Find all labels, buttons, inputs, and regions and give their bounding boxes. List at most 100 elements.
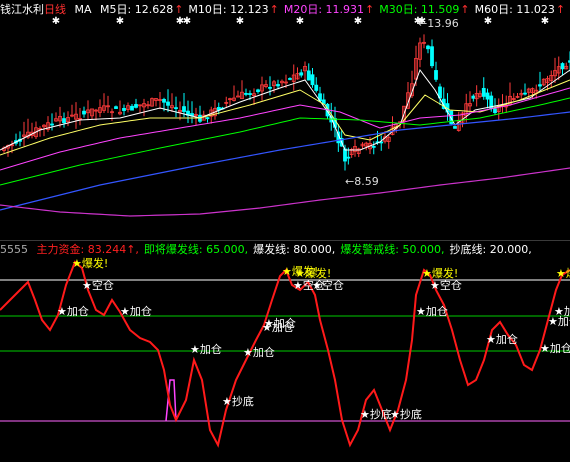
signal-label: ★爆发!	[72, 258, 108, 270]
signal-label: ★抄底	[222, 396, 254, 408]
signal-text: 加仓	[549, 342, 570, 355]
star-icon: ★	[57, 305, 67, 318]
high-arrow: ←	[418, 17, 428, 30]
candle-body	[426, 45, 430, 50]
signal-label: ★加仓	[540, 343, 570, 355]
signal-label: ★加仓	[57, 306, 89, 318]
signal-text: 爆发!	[81, 257, 109, 270]
candle-body	[560, 63, 565, 70]
signal-marker-icon: ✱	[52, 16, 60, 27]
signal-label: ★空仓	[312, 280, 344, 292]
signal-text: 抄底	[369, 408, 392, 421]
signal-text: 加仓	[199, 343, 222, 356]
candle-body	[343, 148, 347, 162]
signal-text: 加仓	[252, 346, 275, 359]
candle-body	[182, 106, 186, 112]
candle-body	[244, 93, 248, 95]
signal-label: ★加仓	[486, 334, 518, 346]
high-price-label: ←13.96	[418, 18, 459, 30]
candle-body	[166, 101, 170, 106]
candle-body	[82, 110, 86, 115]
star-icon: ★	[282, 265, 292, 278]
candle-body	[299, 72, 304, 76]
signal-marker-icon: ✱	[236, 16, 244, 27]
candle-body	[310, 74, 315, 86]
candle-body	[288, 78, 292, 80]
star-icon: ★	[72, 257, 82, 270]
signal-label: ★空仓	[430, 280, 462, 292]
candle-body	[205, 117, 210, 120]
star-icon: ★	[360, 408, 370, 421]
signal-text: 空仓	[91, 279, 114, 292]
candle-body	[434, 70, 438, 80]
signal-text: 加仓	[66, 305, 89, 318]
ma60-line	[0, 111, 570, 211]
candle-body	[162, 98, 166, 103]
signal-text: 加仓	[425, 305, 448, 318]
low-arrow: ←	[345, 175, 355, 188]
signal-text: 空仓	[321, 279, 344, 292]
star-icon: ★	[554, 305, 564, 318]
star-icon: ★	[486, 333, 496, 346]
signal-marker-icon: ✱	[296, 16, 304, 27]
signal-text: 爆发!	[566, 267, 570, 280]
candle-body	[485, 92, 490, 100]
star-icon: ★	[416, 305, 426, 318]
candle-body	[236, 95, 240, 98]
candle-body	[481, 87, 486, 97]
signal-text: 抄底	[231, 395, 254, 408]
signal-text: 加仓	[495, 333, 518, 346]
signal-marker-icon: ✱	[354, 16, 362, 27]
candle-body	[538, 84, 542, 87]
candle-body	[346, 156, 351, 159]
signal-label: ★加仓	[120, 306, 152, 318]
candle-body	[371, 145, 376, 148]
low-price-label: ←8.59	[345, 176, 379, 188]
signal-text: 加仓	[271, 321, 294, 334]
signal-label: ★抄底	[360, 409, 392, 421]
candle-body	[248, 93, 252, 95]
signal-label: ★爆发!	[556, 268, 570, 280]
candle-body	[256, 89, 260, 93]
ma-long-line	[0, 167, 570, 217]
star-icon: ★	[120, 305, 130, 318]
candle-body	[493, 108, 497, 114]
low-price-value: 8.59	[354, 175, 379, 188]
candle-body	[130, 105, 134, 111]
star-icon: ★	[430, 279, 440, 292]
signal-marker-icon: ✱	[541, 16, 549, 27]
signal-text: 加仓	[563, 305, 570, 318]
candle-body	[523, 92, 527, 95]
candle-body	[321, 99, 326, 104]
signal-text: 空仓	[439, 279, 462, 292]
candle-body	[268, 86, 272, 89]
star-icon: ★	[262, 321, 272, 334]
star-icon: ★	[82, 279, 92, 292]
chart-canvas[interactable]: ✱ ✱ ✱✱ ✱ ✱ ✱ ✱✱ ✱ ✱	[0, 0, 570, 462]
star-icon: ★	[243, 346, 253, 359]
candle-body	[114, 106, 118, 109]
signal-label: ★加仓	[416, 306, 448, 318]
high-price-value: 13.96	[427, 17, 459, 30]
candle-body	[174, 107, 178, 110]
star-icon: ★	[312, 279, 322, 292]
signal-text: 加仓	[129, 305, 152, 318]
candle-body	[314, 84, 319, 91]
signal-text: 抄底	[399, 408, 422, 421]
signal-label: ★加仓	[262, 322, 294, 334]
candle-body	[122, 108, 126, 111]
signal-label: ★加仓	[243, 347, 275, 359]
candle-body	[306, 70, 311, 81]
star-icon: ★	[390, 408, 400, 421]
star-icon: ★	[190, 343, 200, 356]
candle-body	[453, 126, 457, 129]
star-icon: ★	[293, 279, 303, 292]
candle-body	[471, 95, 476, 99]
candle-body	[134, 104, 138, 108]
signal-marker-icon: ✱	[183, 16, 191, 27]
signal-label: ★抄底	[390, 409, 422, 421]
candle-body	[276, 84, 280, 87]
signal-label: ★加仓	[190, 344, 222, 356]
signal-label: ★空仓	[82, 280, 114, 292]
candle-body	[50, 123, 54, 126]
